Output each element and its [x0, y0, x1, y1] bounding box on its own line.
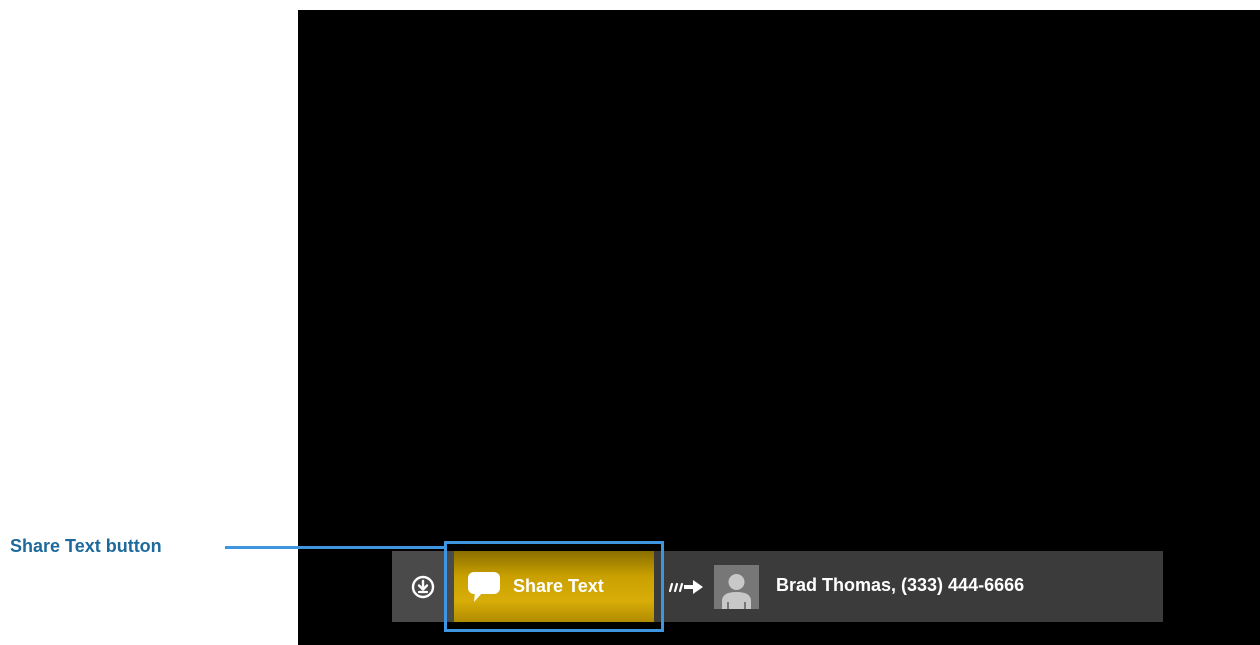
share-text-label: Share Text: [513, 576, 604, 596]
video-display-area: [298, 10, 1260, 645]
screenshot-page: Share Text Brad Thomas, (333) 444-6666 S…: [0, 0, 1260, 645]
contact-name-number: Brad Thomas, (333) 444-6666: [776, 575, 1025, 595]
contact-avatar: [714, 565, 759, 609]
callout-label: Share Text button: [10, 536, 162, 556]
share-text-button[interactable]: Share Text: [454, 551, 654, 622]
person-silhouette-icon: [722, 574, 751, 609]
forward-arrow-icon: [669, 579, 703, 594]
download-button[interactable]: [392, 551, 454, 622]
callout-leader-line: [225, 546, 444, 549]
download-circle-icon: [411, 575, 435, 598]
transfer-indicator: [661, 551, 713, 622]
speech-bubble-icon: [465, 568, 503, 606]
